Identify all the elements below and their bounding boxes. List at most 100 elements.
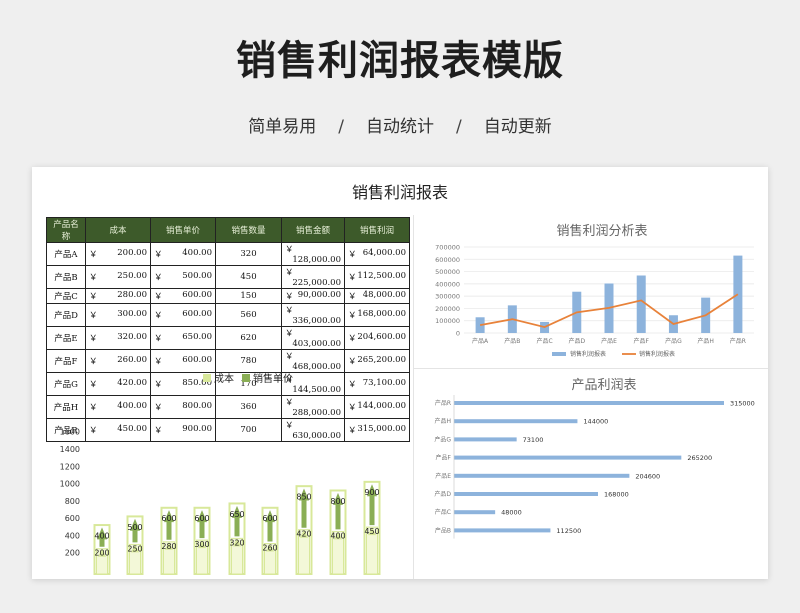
y-tick-label: 产品F: [436, 454, 452, 462]
bar: [454, 455, 682, 460]
data-label: 168000: [604, 491, 629, 499]
tag-separator: /: [338, 117, 344, 137]
cell-value: 150: [240, 291, 257, 301]
cell-profit: ￥ 204,600.00: [344, 326, 410, 350]
cell-value: 产品F: [54, 357, 78, 367]
currency-symbol: ￥: [154, 311, 163, 321]
y-tick-label: 1200: [60, 462, 80, 471]
col-header: 销售利润: [344, 217, 410, 243]
cell-name: 产品B: [46, 265, 86, 289]
cell-value: 560: [240, 310, 257, 320]
y-tick-label: 500000: [435, 268, 460, 276]
cell-value: 产品B: [54, 273, 78, 283]
data-label: 400: [330, 531, 345, 540]
cell-value: 250.00: [117, 271, 147, 281]
y-tick-label: 800: [65, 497, 80, 506]
bar: [454, 419, 578, 424]
cell-value: 300.00: [117, 309, 147, 319]
y-tick-label: 产品C: [435, 508, 451, 516]
table-row: 产品C ￥ 280.00 ￥ 600.00 150 ￥ 90,000.00 ￥ 48,000.00: [46, 288, 410, 304]
cost-price-chart: 200 400 600 800 1000 1200 1400 1600 成本 销售单价 400 200…: [60, 372, 381, 576]
data-label: 265200: [687, 454, 712, 462]
cell-value: 产品D: [54, 311, 78, 321]
currency-symbol: ￥: [285, 245, 294, 255]
currency-symbol: ￥: [348, 250, 357, 260]
cell-value: 336,000.00: [292, 316, 341, 326]
cell-name: 产品C: [46, 288, 86, 304]
cell-amount: ￥ 225,000.00: [281, 265, 345, 289]
cell-profit: ￥ 168,000.00: [344, 303, 410, 327]
table-row: 产品E ￥ 320.00 ￥ 650.00 620 ￥ 403,000.00 ￥ 204,600.…: [46, 326, 410, 350]
cell-value: 320: [240, 249, 257, 259]
data-label: 450: [364, 527, 379, 536]
product-profit-chart: 产品利润表 产品R 315000 产品H 144000 产品G 73100 产品F 26520…: [434, 378, 755, 539]
legend-label: 销售利润报表: [639, 350, 675, 358]
data-label: 600: [194, 514, 209, 523]
x-tick-label: 产品R: [730, 337, 746, 345]
data-label: 600: [161, 514, 176, 523]
x-tick-label: 产品C: [536, 337, 552, 345]
cell-value: 48,000.00: [362, 290, 406, 300]
y-tick-label: 产品H: [434, 417, 451, 425]
cell-qty: 450: [215, 265, 282, 289]
tag-separator: /: [456, 117, 462, 137]
feature-tags: 简单易用 / 自动统计 / 自动更新: [0, 112, 800, 137]
cell-price: ￥ 600.00: [150, 303, 216, 327]
cell-value: 650.00: [182, 332, 212, 342]
cell-qty: 320: [215, 242, 282, 266]
table-row: 产品B ￥ 250.00 ￥ 500.00 450 ￥ 225,000.00 ￥ 112,500.…: [46, 265, 410, 289]
currency-symbol: ￥: [348, 273, 357, 283]
cell-value: 产品E: [54, 334, 78, 344]
cell-cost: ￥ 250.00: [85, 265, 151, 289]
x-tick-label: 产品A: [472, 337, 489, 345]
y-tick-label: 400: [65, 531, 80, 540]
currency-symbol: ￥: [154, 273, 163, 283]
x-tick-label: 产品F: [633, 337, 649, 345]
currency-symbol: ￥: [285, 329, 294, 339]
cell-value: 400.00: [182, 248, 212, 258]
y-tick-label: 700000: [435, 244, 460, 252]
cell-profit: ￥ 112,500.00: [344, 265, 410, 289]
cell-amount: ￥ 336,000.00: [281, 303, 345, 327]
cell-value: 200.00: [117, 248, 147, 258]
x-tick-label: 产品H: [697, 337, 714, 345]
chart-title: 销售利润分析表: [556, 223, 647, 239]
cell-value: 204,600.00: [357, 332, 406, 342]
data-label: 280: [161, 542, 176, 551]
currency-symbol: ￥: [89, 273, 98, 283]
cell-value: 产品A: [54, 250, 78, 260]
currency-symbol: ￥: [89, 292, 98, 302]
y-tick-label: 100000: [435, 317, 460, 325]
data-label: 600: [262, 514, 277, 523]
data-label: 112500: [556, 527, 581, 535]
cell-cost: ￥ 200.00: [85, 242, 151, 266]
cell-value: 265,200.00: [357, 355, 406, 365]
bar: [454, 528, 551, 533]
sheet-title: 销售利润报表: [351, 183, 448, 202]
data-label: 204600: [635, 472, 660, 480]
cell-value: 128,000.00: [292, 255, 341, 265]
cell-price: ￥ 500.00: [150, 265, 216, 289]
y-tick-label: 200000: [435, 305, 460, 313]
tag-easy: 简单易用: [248, 117, 317, 137]
currency-symbol: ￥: [348, 311, 357, 321]
data-label: 850: [296, 493, 311, 502]
tag-auto-stat: 自动统计: [366, 117, 434, 137]
spreadsheet-preview: 销售利润报表 产品名称 成本 销售单价 销售数量 销售金额 销售利润 产品A ￥ 2…: [32, 167, 768, 579]
cell-value: 600.00: [182, 290, 212, 300]
cell-name: 产品E: [46, 326, 86, 350]
cell-value: 112,500.00: [357, 271, 406, 281]
cell-value: 64,000.00: [362, 248, 406, 258]
cell-value: 225,000.00: [292, 278, 341, 288]
bar: [454, 437, 517, 442]
data-label: 315000: [730, 400, 755, 408]
data-label: 800: [330, 497, 345, 506]
bar: [454, 401, 724, 405]
col-header: 销售金额: [281, 217, 345, 243]
y-tick-label: 1400: [60, 445, 80, 454]
data-label: 400: [94, 531, 109, 540]
table-row: 产品A ￥ 200.00 ￥ 400.00 320 ￥ 128,000.00 ￥ 64,000.0…: [46, 242, 410, 266]
cell-value: 500.00: [182, 271, 212, 281]
cell-price: ￥ 600.00: [150, 288, 216, 304]
col-header: 销售数量: [215, 217, 282, 243]
